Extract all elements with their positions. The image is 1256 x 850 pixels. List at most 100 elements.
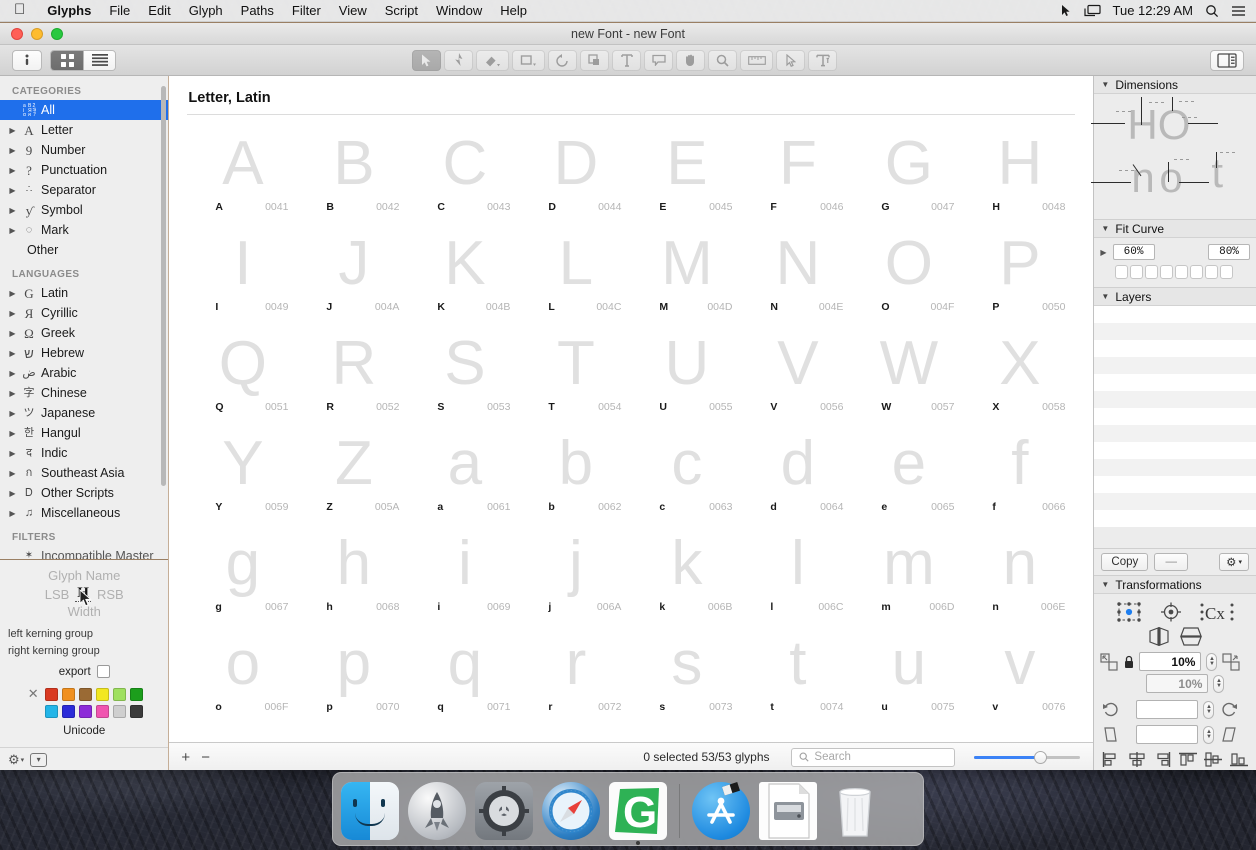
sidebar-item-southeast-asia[interactable]: ▶ ก Southeast Asia [0,463,168,483]
glyph-cell[interactable]: S S 0053 [409,319,520,419]
scale-down-icon[interactable] [1100,652,1119,671]
glyph-cell[interactable]: c c 0063 [631,419,742,519]
glyph-cell[interactable]: J J 004A [298,219,409,319]
sidebar-item-japanese[interactable]: ▶ ツ Japanese [0,403,168,423]
fit-curve-right-value[interactable]: 80% [1208,244,1250,260]
layer-row[interactable] [1094,340,1256,357]
rotate-ccw-icon[interactable] [1100,701,1122,718]
list-view-icon[interactable] [83,50,115,70]
layer-row[interactable] [1094,442,1256,459]
zoom-tool[interactable] [708,49,737,71]
disclosure-triangle-icon[interactable]: ▶ [6,146,19,155]
disclosure-triangle-icon[interactable]: ▶ [6,429,19,438]
disclosure-triangle-icon[interactable]: ▶ [6,166,19,175]
right-kerning-group-field[interactable]: right kerning group [0,645,168,657]
glyph-cell[interactable]: G G 0047 [853,119,964,219]
disclosure-triangle-icon[interactable]: ▶ [6,509,19,518]
menubar-clock[interactable]: Tue 12:29 AM [1113,3,1193,18]
panel-toggle-icon[interactable] [1210,49,1244,71]
disclosure-triangle-icon[interactable]: ▼ [1101,580,1109,589]
layer-row[interactable] [1094,425,1256,442]
glyph-cell[interactable]: f f 0066 [964,419,1075,519]
glyph-cell[interactable]: p p 0070 [298,619,409,719]
minimize-button[interactable] [31,27,43,40]
glyph-cell[interactable]: M M 004D [631,219,742,319]
glyph-cell[interactable]: r r 0072 [520,619,631,719]
menu-edit[interactable]: Edit [139,0,179,22]
dock-item-launchpad[interactable] [408,782,466,840]
sidebar-item-other[interactable]: Other [0,240,168,260]
glyph-cell[interactable]: n n 006E [964,519,1075,619]
disclosure-triangle-icon[interactable]: ▼ [1101,292,1109,301]
remove-glyph-button[interactable]: − [201,750,210,765]
fit-curve-preset-cell[interactable] [1160,265,1174,279]
color-swatch[interactable] [112,687,126,701]
glyph-cell[interactable]: E E 0045 [631,119,742,219]
disclosure-triangle-icon[interactable]: ▼ [1101,224,1109,233]
sidebar-item-cyrillic[interactable]: ▶ Я Cyrillic [0,303,168,323]
sidebar-scrollbar[interactable] [161,86,167,486]
knife-tool[interactable] [776,49,805,71]
glyph-cell[interactable]: h h 0068 [298,519,409,619]
eraser-tool[interactable] [476,49,509,71]
rotate-stepper[interactable]: ▲ ▼ [1203,700,1215,719]
dock-item-glyphs[interactable]: G [609,782,667,845]
layer-row[interactable] [1094,408,1256,425]
glyph-cell[interactable]: X X 0058 [964,319,1075,419]
fit-curve-preset-cell[interactable] [1130,265,1144,279]
color-swatch[interactable] [129,705,143,718]
scale-x-stepper[interactable]: ▲ ▼ [1206,652,1218,671]
fit-curve-section-header[interactable]: ▼ Fit Curve [1094,220,1256,238]
disclosure-triangle-icon[interactable]: ▶ [6,449,19,458]
disclosure-triangle-icon[interactable]: ▶ [6,489,19,498]
close-button[interactable] [11,27,23,40]
layer-row[interactable] [1094,493,1256,510]
color-swatch[interactable] [44,705,58,718]
glyph-cell[interactable]: N N 004E [742,219,853,319]
sidebar-item-separator[interactable]: ▶ ∴ Separator [0,180,168,200]
dock-item-disk-image[interactable] [759,782,817,840]
copy-button[interactable]: Copy [1101,553,1149,571]
fit-curve-preset-cell[interactable] [1175,265,1189,279]
slant-right-icon[interactable] [1219,726,1239,743]
text-preview-tool[interactable] [808,49,837,71]
apple-logo-icon[interactable]:  [0,2,38,17]
layers-list[interactable] [1094,306,1256,549]
glyph-cell[interactable]: I I 0049 [187,219,298,319]
annotation-tool[interactable] [644,49,673,71]
glyph-cell[interactable]: V V 0056 [742,319,853,419]
layer-row[interactable] [1094,323,1256,340]
export-checkbox[interactable] [96,665,110,678]
gear-icon[interactable]: ⚙ ▾ [1219,553,1249,571]
disclosure-triangle-icon[interactable]: ▶ [6,126,19,135]
view-mode-switcher[interactable] [50,49,116,71]
transformations-section-header[interactable]: ▼ Transformations [1094,576,1256,594]
menu-file[interactable]: File [100,0,139,22]
color-swatch[interactable] [61,705,75,718]
cursor-status-icon[interactable] [1059,4,1072,17]
scale-tool[interactable] [580,49,609,71]
color-swatch[interactable] [78,705,92,718]
rotate-tool[interactable] [548,49,577,71]
sidebar-item-arabic[interactable]: ▶ ض Arabic [0,363,168,383]
zoom-button[interactable] [51,27,63,40]
color-swatch[interactable] [44,687,58,701]
scale-y-input[interactable]: 10% [1146,674,1209,693]
glyph-cell[interactable]: a a 0061 [409,419,520,519]
glyph-grid[interactable]: Letter, Latin A A 0041 B B 0042 C C 0043 D D 0044 E E… [169,76,1094,742]
unicode-field-label[interactable]: Unicode [0,725,168,737]
sidebar-item-other-scripts[interactable]: ▶ Ꭰ Other Scripts [0,483,168,503]
disclosure-triangle-icon[interactable]: ▶ [6,226,19,235]
dock-item-system-preferences[interactable] [475,782,533,840]
color-swatch[interactable] [95,687,109,701]
sidebar-item-hangul[interactable]: ▶ 한 Hangul [0,423,168,443]
glyph-cell[interactable]: U U 0055 [631,319,742,419]
rotate-cw-icon[interactable] [1219,701,1239,718]
sidebar-item-chinese[interactable]: ▶ 字 Chinese [0,383,168,403]
disclosure-triangle-icon[interactable]: ▼ [1101,80,1109,89]
glyph-cell[interactable]: W W 0057 [853,319,964,419]
layer-row[interactable] [1094,510,1256,527]
align-center-h-icon[interactable] [1128,752,1146,767]
sidebar-item-indic[interactable]: ▶ द Indic [0,443,168,463]
gear-icon[interactable]: ⚙ ▾ [8,752,24,768]
